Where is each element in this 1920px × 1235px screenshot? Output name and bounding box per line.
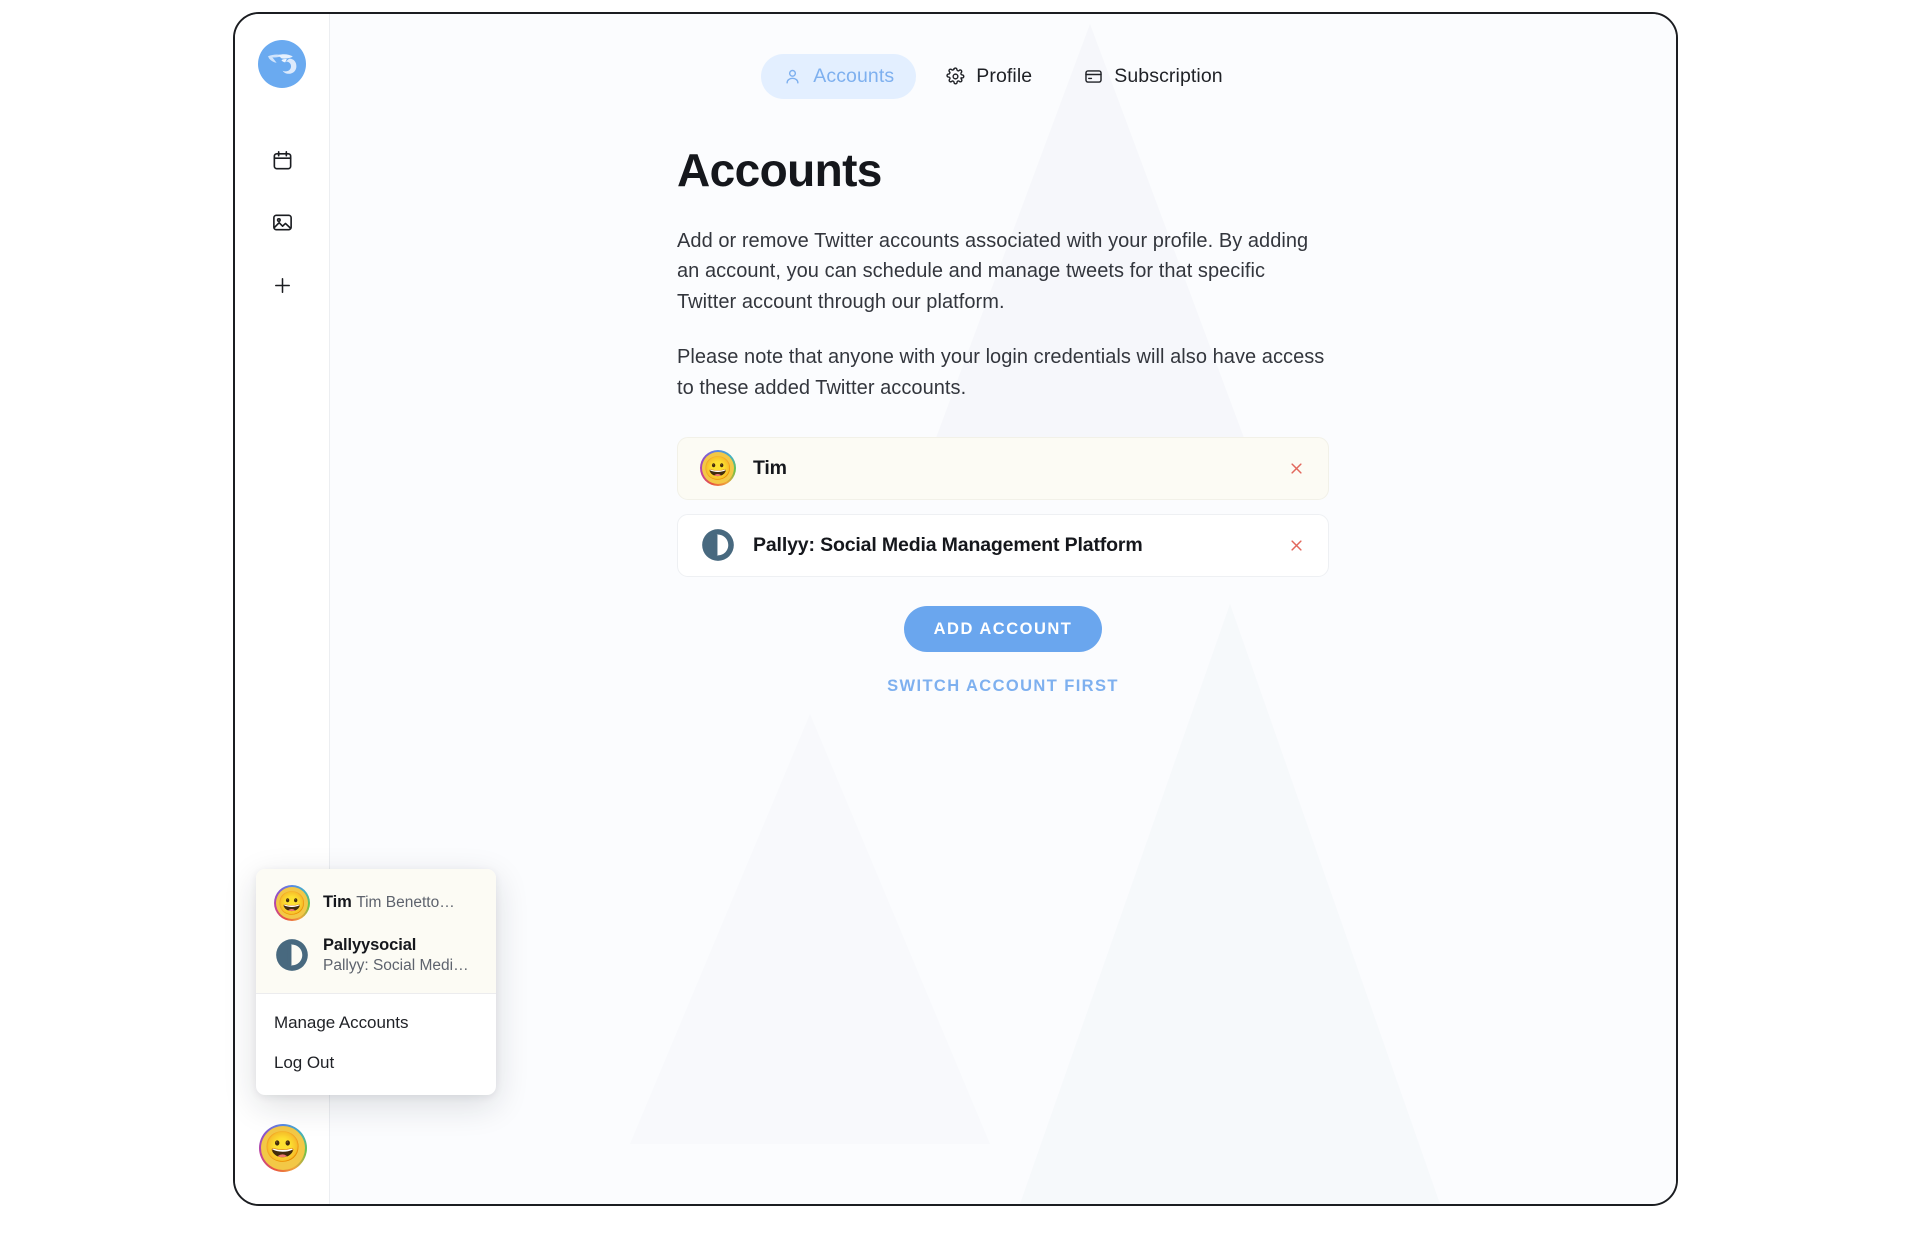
remove-account-button[interactable] [1284, 456, 1308, 480]
menu-item-log-out[interactable]: Log Out [256, 1043, 496, 1083]
accounts-panel: Accounts Add or remove Twitter accounts … [677, 99, 1329, 695]
tab-accounts-label: Accounts [813, 65, 895, 87]
account-name: Tim [753, 456, 787, 479]
card-icon [1084, 67, 1103, 86]
account-list: 😀 Tim Pallyy: Social Media Management Pl… [677, 436, 1329, 577]
avatar: 😀 [700, 450, 736, 487]
main-pane: Accounts Profile Subscription Accounts A… [330, 14, 1676, 1204]
avatar-emoji: 😀 [702, 452, 734, 485]
account-switcher-popup: 😀 Tim Tim Benetto… Pallyysocial Pallyy: … [256, 869, 496, 1095]
screenshot-root: 😀 Accounts Profile Subscription Accounts… [0, 0, 1920, 1235]
sidebar-item-calendar[interactable] [260, 138, 304, 182]
user-icon [783, 67, 802, 86]
switcher-account-text: Tim Tim Benetto… [323, 892, 455, 913]
avatar-emoji: 😀 [261, 1126, 305, 1170]
accounts-description-1: Add or remove Twitter accounts associate… [677, 229, 1309, 314]
avatar-emoji: 😀 [276, 887, 308, 919]
switcher-account-text: Pallyysocial Pallyy: Social Medi… [323, 935, 480, 976]
brand-logo[interactable] [258, 40, 306, 88]
switcher-account-list: 😀 Tim Tim Benetto… Pallyysocial Pallyy: … [256, 869, 496, 993]
account-actions: ADD ACCOUNT SWITCH ACCOUNT FIRST [677, 605, 1329, 695]
switcher-account-item[interactable]: 😀 Tim Tim Benetto… [256, 878, 496, 928]
sidebar-item-media[interactable] [260, 200, 304, 244]
avatar: 😀 [274, 885, 310, 921]
settings-tabs: Accounts Profile Subscription [330, 14, 1676, 99]
menu-item-manage-accounts[interactable]: Manage Accounts [256, 1003, 496, 1043]
remove-account-button[interactable] [1284, 533, 1308, 557]
switcher-menu: Manage Accounts Log Out [256, 994, 496, 1095]
sidebar-item-add[interactable] [260, 263, 304, 307]
switcher-account-title: Pallyysocial [323, 936, 417, 954]
switcher-account-title: Tim [323, 893, 352, 912]
switcher-account-subtitle: Tim Benetto… [356, 894, 455, 912]
avatar [274, 937, 310, 973]
tab-subscription[interactable]: Subscription [1062, 54, 1245, 99]
accounts-description-2: Please note that anyone with your login … [677, 345, 1325, 399]
switcher-account-item[interactable]: Pallyysocial Pallyy: Social Medi… [256, 928, 496, 983]
background-triangle-decoration [630, 714, 990, 1144]
tab-accounts[interactable]: Accounts [761, 54, 917, 99]
tab-subscription-label: Subscription [1114, 65, 1223, 87]
switcher-account-subtitle: Pallyy: Social Medi… [323, 956, 469, 974]
tab-profile[interactable]: Profile [924, 54, 1054, 99]
account-row[interactable]: 😀 Tim [677, 436, 1329, 500]
page-title: Accounts [677, 144, 882, 196]
sidebar-user-avatar[interactable]: 😀 [259, 1124, 307, 1172]
gear-icon [946, 67, 965, 86]
account-name: Pallyy: Social Media Management Platform [753, 533, 1143, 556]
account-row[interactable]: Pallyy: Social Media Management Platform [677, 513, 1329, 577]
add-account-button[interactable]: ADD ACCOUNT [903, 605, 1103, 653]
switch-account-first-link[interactable]: SWITCH ACCOUNT FIRST [887, 678, 1119, 695]
tab-profile-label: Profile [976, 65, 1033, 87]
avatar [700, 527, 736, 563]
